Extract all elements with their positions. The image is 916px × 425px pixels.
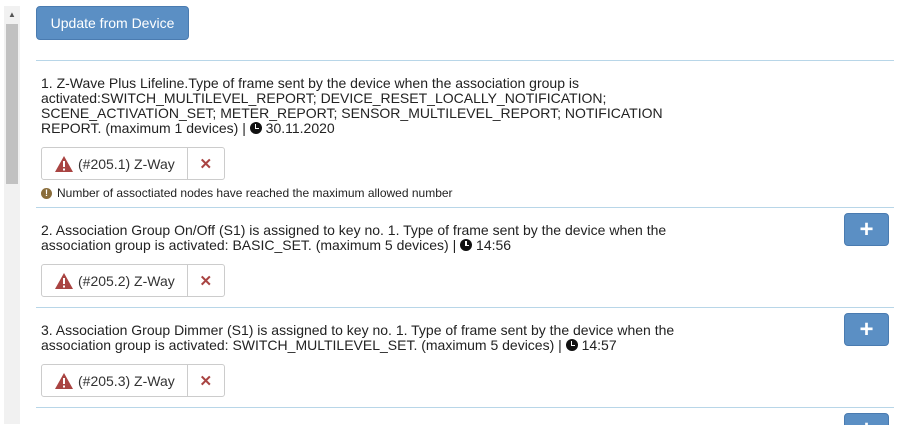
remove-node-button[interactable]: ✕ xyxy=(188,365,224,396)
clock-icon xyxy=(566,339,578,351)
group-timestamp: 14:57 xyxy=(582,337,617,353)
node-label-button[interactable]: (#205.1) Z-Way xyxy=(42,148,188,179)
plus-icon: + xyxy=(859,318,873,342)
remove-node-button[interactable]: ✕ xyxy=(188,265,224,296)
note-text: Number of assoctiated nodes have reached… xyxy=(57,186,453,200)
associated-node: (#205.2) Z-Way ✕ xyxy=(41,264,225,297)
node-label: (#205.2) Z-Way xyxy=(78,273,175,289)
max-nodes-note: ! Number of assoctiated nodes have reach… xyxy=(41,186,453,200)
plus-icon: + xyxy=(859,218,873,242)
associated-node: (#205.1) Z-Way ✕ xyxy=(41,147,225,180)
close-icon: ✕ xyxy=(199,272,212,290)
add-node-button[interactable]: + xyxy=(844,213,889,246)
node-label: (#205.1) Z-Way xyxy=(78,156,175,172)
association-group-4: + xyxy=(36,407,894,425)
remove-node-button[interactable]: ✕ xyxy=(188,148,224,179)
group-description-text: 2. Association Group On/Off (S1) is assi… xyxy=(41,222,666,253)
clock-icon xyxy=(250,122,262,134)
warning-triangle-icon xyxy=(54,372,74,390)
group-description: 2. Association Group On/Off (S1) is assi… xyxy=(41,223,691,253)
scroll-up-arrow-icon[interactable]: ▲ xyxy=(4,6,20,22)
association-group-1: 1. Z-Wave Plus Lifeline.Type of frame se… xyxy=(36,60,894,207)
add-node-button[interactable]: + xyxy=(844,413,889,425)
node-label-button[interactable]: (#205.2) Z-Way xyxy=(42,265,188,296)
info-circle-icon: ! xyxy=(41,188,52,199)
associated-node: (#205.3) Z-Way ✕ xyxy=(41,364,225,397)
clock-icon xyxy=(460,239,472,251)
group-description: 3. Association Group Dimmer (S1) is assi… xyxy=(41,323,691,353)
add-node-button[interactable]: + xyxy=(844,313,889,346)
association-group-3: 3. Association Group Dimmer (S1) is assi… xyxy=(36,307,894,408)
close-icon: ✕ xyxy=(199,155,212,173)
group-timestamp: 14:56 xyxy=(476,237,511,253)
vertical-scrollbar[interactable]: ▲ xyxy=(4,6,20,424)
close-icon: ✕ xyxy=(199,372,212,390)
association-group-2: 2. Association Group On/Off (S1) is assi… xyxy=(36,207,894,308)
node-label-button[interactable]: (#205.3) Z-Way xyxy=(42,365,188,396)
warning-triangle-icon xyxy=(54,155,74,173)
scroll-thumb[interactable] xyxy=(6,24,18,184)
update-from-device-button[interactable]: Update from Device xyxy=(36,6,189,40)
group-description-text: 1. Z-Wave Plus Lifeline.Type of frame se… xyxy=(41,75,663,136)
group-description: 1. Z-Wave Plus Lifeline.Type of frame se… xyxy=(41,76,691,136)
group-description-text: 3. Association Group Dimmer (S1) is assi… xyxy=(41,322,674,353)
node-label: (#205.3) Z-Way xyxy=(78,373,175,389)
warning-triangle-icon xyxy=(54,272,74,290)
group-timestamp: 30.11.2020 xyxy=(266,120,335,136)
